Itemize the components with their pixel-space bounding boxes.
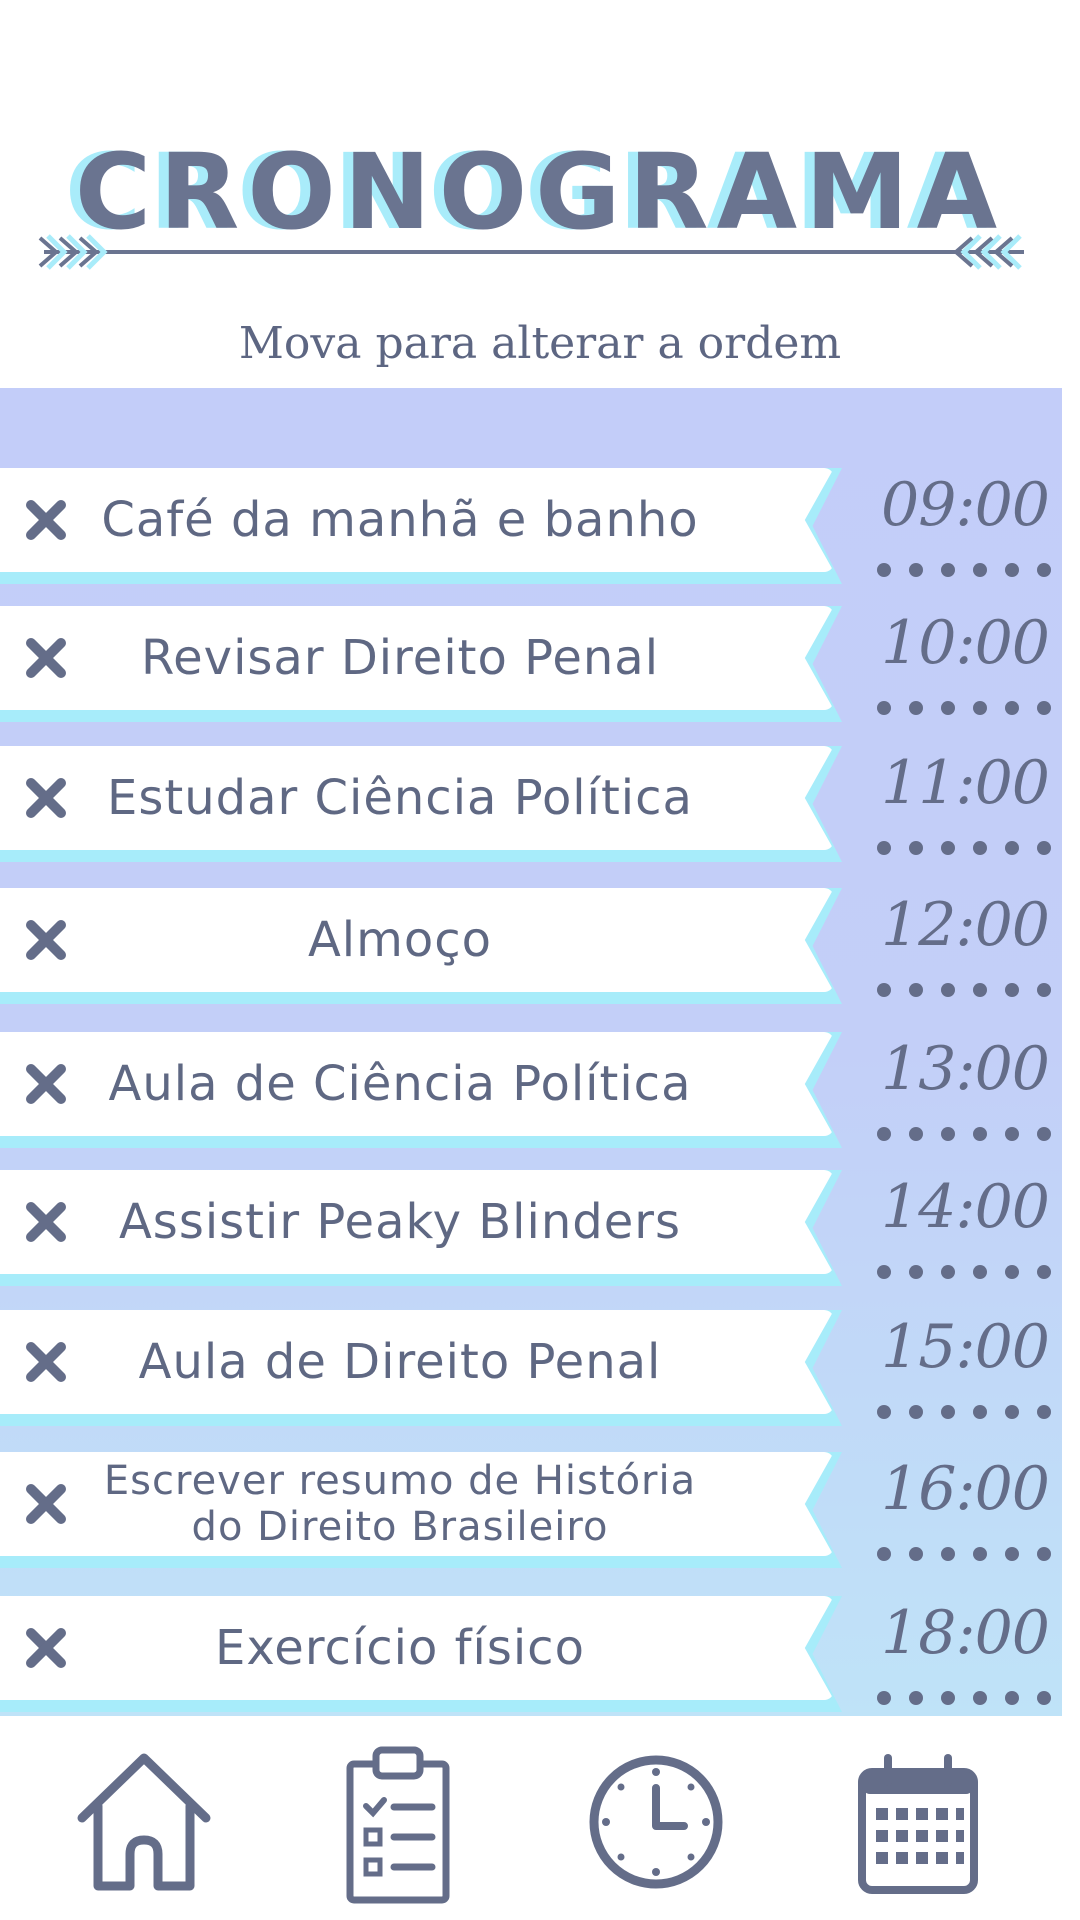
- close-icon: [26, 1628, 66, 1668]
- schedule-row[interactable]: Aula de Ciência Política 13:00: [0, 1032, 1062, 1156]
- task-label: Assistir Peaky Blinders: [118, 1194, 682, 1250]
- delete-task-button[interactable]: [20, 914, 72, 966]
- schedule-screen: CRONOGRAMA Mova para alterar a ordem Caf…: [0, 0, 1080, 1920]
- clipboard-checklist-icon: [346, 1746, 450, 1904]
- dots-decoration: [877, 1547, 1051, 1561]
- close-icon: [26, 500, 66, 540]
- schedule-row[interactable]: Revisar Direito Penal 10:00: [0, 606, 1062, 730]
- task-label: Revisar Direito Penal: [140, 630, 660, 686]
- task-time: 15:00: [881, 1312, 1050, 1382]
- task-label: Exercício físico: [215, 1620, 585, 1676]
- task-time: 18:00: [881, 1598, 1050, 1668]
- nav-home-button[interactable]: [64, 1736, 224, 1906]
- schedule-row[interactable]: Assistir Peaky Blinders 14:00: [0, 1170, 1062, 1294]
- nav-tasks-button[interactable]: [318, 1736, 478, 1906]
- task-time: 09:00: [881, 470, 1050, 540]
- delete-task-button[interactable]: [20, 494, 72, 546]
- schedule-row[interactable]: Aula de Direito Penal 15:00: [0, 1310, 1062, 1434]
- schedule-row[interactable]: Exercício físico 18:00: [0, 1596, 1062, 1716]
- close-icon: [26, 638, 66, 678]
- schedule-row[interactable]: Almoço 12:00: [0, 888, 1062, 1012]
- delete-task-button[interactable]: [20, 1478, 72, 1530]
- nav-clock-button[interactable]: [576, 1736, 736, 1906]
- delete-task-button[interactable]: [20, 772, 72, 824]
- reorder-hint: Mova para alterar a ordem: [238, 318, 842, 369]
- task-time: 11:00: [881, 748, 1050, 818]
- close-icon: [26, 778, 66, 818]
- delete-task-button[interactable]: [20, 1336, 72, 1388]
- schedule-list: Café da manhã e banho 09:00 Revisar Dire…: [0, 388, 1062, 1716]
- task-time: 16:00: [881, 1454, 1050, 1524]
- close-icon: [26, 1064, 66, 1104]
- header: CRONOGRAMA Mova para alterar a ordem: [0, 0, 1080, 388]
- task-label: Aula de Ciência Política: [108, 1056, 692, 1112]
- task-label: Café da manhã e banho: [101, 492, 699, 548]
- dots-decoration: [877, 1127, 1051, 1141]
- dots-decoration: [877, 563, 1051, 577]
- schedule-row[interactable]: Escrever resumo de História do Direito B…: [0, 1452, 1062, 1576]
- close-icon: [26, 1202, 66, 1242]
- dots-decoration: [877, 983, 1051, 997]
- delete-task-button[interactable]: [20, 1622, 72, 1674]
- dots-decoration: [877, 1405, 1051, 1419]
- home-icon: [77, 1753, 211, 1891]
- task-time: 10:00: [881, 608, 1050, 678]
- dots-decoration: [877, 1265, 1051, 1279]
- task-label: Estudar Ciência Política: [107, 770, 693, 826]
- task-time: 12:00: [881, 890, 1050, 960]
- dots-decoration: [877, 841, 1051, 855]
- delete-task-button[interactable]: [20, 632, 72, 684]
- arrow-divider-icon: [38, 234, 1024, 270]
- bottom-nav: [0, 1716, 1080, 1920]
- delete-task-button[interactable]: [20, 1196, 72, 1248]
- dots-decoration: [877, 1691, 1051, 1705]
- calendar-icon: [858, 1754, 978, 1894]
- dots-decoration: [877, 701, 1051, 715]
- close-icon: [26, 920, 66, 960]
- nav-calendar-button[interactable]: [838, 1736, 998, 1906]
- close-icon: [26, 1484, 66, 1524]
- close-icon: [26, 1342, 66, 1382]
- delete-task-button[interactable]: [20, 1058, 72, 1110]
- schedule-row[interactable]: Café da manhã e banho 09:00: [0, 468, 1062, 592]
- task-time: 13:00: [881, 1034, 1050, 1104]
- clock-icon: [589, 1755, 723, 1889]
- task-label: Almoço: [307, 912, 493, 968]
- task-label: Aula de Direito Penal: [138, 1334, 662, 1390]
- task-time: 14:00: [881, 1172, 1050, 1242]
- schedule-row[interactable]: Estudar Ciência Política 11:00: [0, 746, 1062, 870]
- task-label: Escrever resumo de História do Direito B…: [103, 1458, 697, 1550]
